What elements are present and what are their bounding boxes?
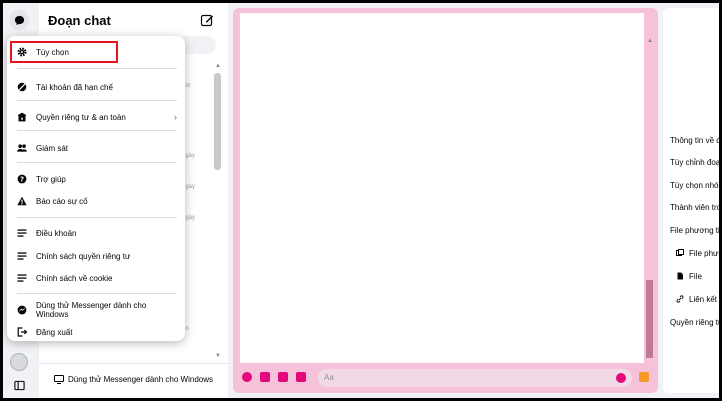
sidebar-toggle-icon [13, 380, 25, 390]
divider [17, 68, 177, 69]
message-input[interactable]: Aa [318, 369, 632, 387]
warning-icon [17, 196, 27, 206]
menu-item-terms[interactable]: Điều khoản [13, 224, 177, 242]
toggle-sidebar-button[interactable] [9, 375, 29, 395]
info-subitem[interactable]: File phương tiện [689, 249, 719, 258]
sticker-icon[interactable] [278, 372, 288, 382]
info-item[interactable]: Tùy chọn nhóm [670, 181, 719, 190]
menu-item-label: Chính sách quyền riêng tư [36, 251, 131, 261]
scroll-up-arrow[interactable]: ▲ [215, 63, 221, 69]
image-icon[interactable] [260, 372, 270, 382]
menu-item-help[interactable]: ? Trợ giúp [13, 170, 177, 188]
desktop-icon [54, 374, 64, 384]
menu-item-logout[interactable]: Đăng xuất [13, 323, 177, 341]
restricted-account-icon [17, 82, 27, 92]
info-item[interactable]: Thành viên trong đoạn chat [670, 203, 719, 212]
conversation-scrollbar[interactable] [646, 280, 653, 358]
page-title: Đoạn chat [48, 13, 111, 28]
menu-item-label: Giám sát [36, 143, 69, 153]
svg-text:?: ? [20, 176, 24, 184]
divider [17, 130, 177, 131]
chat-bubble-icon [14, 15, 24, 25]
settings-menu: Tùy chọn Tài khoản đã hạn chế Quyền riên… [7, 36, 185, 341]
message-composer: Aa [233, 364, 658, 393]
info-item[interactable]: File phương tiện, file và liên kết [670, 226, 719, 235]
avatar[interactable] [10, 353, 28, 371]
menu-item-label: Đăng xuất [36, 327, 73, 337]
menu-item-label: Báo cáo sự cố [36, 196, 88, 206]
scroll-down-arrow[interactable]: ▼ [215, 353, 221, 359]
gear-icon [17, 47, 27, 57]
info-subitem[interactable]: Liên kết [689, 295, 717, 304]
divider [17, 162, 177, 163]
messenger-icon [17, 305, 27, 315]
menu-item-restricted-accounts[interactable]: Tài khoản đã hạn chế [13, 78, 177, 96]
menu-item-label: Tùy chọn [36, 47, 69, 57]
menu-item-label: Quyền riêng tư & an toàn [36, 112, 126, 122]
info-subitem[interactable]: File [689, 272, 702, 281]
supervision-people-icon [17, 143, 27, 153]
compose-icon[interactable] [200, 13, 214, 27]
scroll-up-arrow[interactable]: ▲ [647, 38, 653, 44]
try-messenger-windows-link[interactable]: Dùng thử Messenger dành cho Windows [39, 363, 228, 394]
gif-icon[interactable] [296, 372, 306, 382]
divider [17, 217, 177, 218]
conversation-pane: ▲ ▼ Aa [233, 8, 658, 393]
menu-item-preferences[interactable]: Tùy chọn [10, 41, 118, 63]
footer-label: Dùng thử Messenger dành cho Windows [68, 374, 213, 384]
quick-reaction-icon[interactable] [639, 372, 649, 382]
menu-item-supervision[interactable]: Giám sát [13, 139, 177, 157]
divider [17, 293, 177, 294]
privacy-lock-icon [17, 112, 27, 122]
plus-icon[interactable] [242, 372, 252, 382]
document-lines-icon [17, 273, 27, 283]
menu-item-try-messenger-windows[interactable]: Dùng thử Messenger dành cho Windows [13, 301, 177, 319]
link-icon [676, 295, 684, 303]
menu-item-privacy-safety[interactable]: Quyền riêng tư & an toàn [13, 108, 177, 126]
media-icon [676, 249, 684, 256]
divider [17, 100, 177, 101]
help-icon: ? [17, 174, 27, 184]
menu-item-label: Điều khoản [36, 228, 77, 238]
info-item[interactable]: Quyền riêng tư và hỗ trợ [670, 318, 719, 327]
messenger-window: Đoạn chat giờ ngày ngày ngày ần ▲ ▼ Dùng… [3, 3, 719, 398]
file-icon [677, 272, 683, 280]
scroll-down-arrow[interactable]: ▼ [647, 351, 653, 357]
menu-item-label: Trợ giúp [36, 174, 66, 184]
chat-list-scrollbar[interactable] [214, 73, 221, 170]
menu-item-label: Tài khoản đã hạn chế [36, 82, 113, 92]
logout-icon [17, 327, 27, 337]
info-item[interactable]: Tùy chỉnh đoạn chat [670, 158, 719, 167]
chevron-right-icon: › [174, 112, 177, 122]
conversation-info-panel: Thông tin về đoạn chat Tùy chỉnh đoạn ch… [663, 8, 719, 393]
menu-item-label: Chính sách về cookie [36, 273, 113, 283]
chats-nav-button[interactable] [9, 10, 29, 30]
document-lines-icon [17, 251, 27, 261]
document-lines-icon [17, 228, 27, 238]
menu-item-label: Dùng thử Messenger dành cho Windows [36, 301, 147, 319]
menu-item-report-problem[interactable]: Báo cáo sự cố [13, 192, 177, 210]
menu-item-cookie-policy[interactable]: Chính sách về cookie [13, 269, 177, 287]
info-item[interactable]: Thông tin về đoạn chat [670, 136, 719, 145]
message-area [240, 13, 644, 363]
menu-item-privacy-policy[interactable]: Chính sách quyền riêng tư [13, 247, 177, 265]
emoji-icon[interactable] [616, 373, 626, 383]
